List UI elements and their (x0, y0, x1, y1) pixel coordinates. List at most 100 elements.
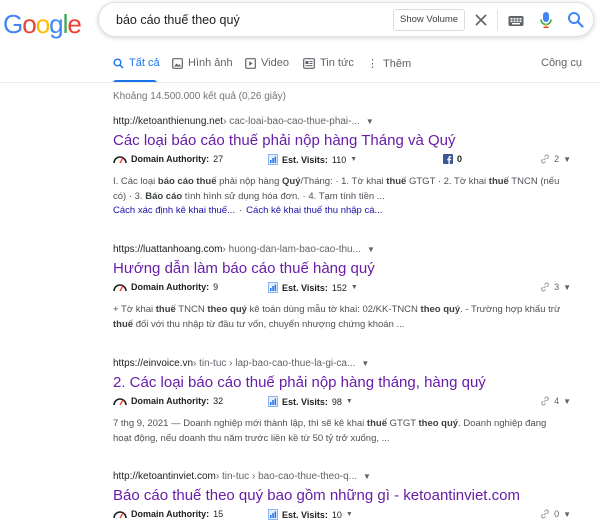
snippet-text: . - Trường hợp khấu trừ (460, 304, 561, 315)
snippet-keyword: thuế (488, 176, 509, 187)
chevron-down-icon[interactable]: ▼ (367, 245, 375, 254)
snippet-text: GTGT · 2. Tờ khai (406, 176, 489, 187)
search-result: https://luattanhoang.com › huong-dan-lam… (113, 244, 583, 332)
tab-news[interactable]: Tin tức (303, 57, 354, 69)
est-visits-value: 10 (331, 509, 342, 520)
result-site: http://ketoanthienung.net (113, 116, 224, 127)
link-icon (541, 154, 549, 164)
seo-metrics-bar: Domain Authority: 9 Est. Visits: 152 ▼ 3… (113, 282, 583, 296)
domain-authority: Domain Authority: 32 (113, 396, 223, 406)
result-path: › tin-tuc › bao-cao-thue-theo-q... (215, 471, 358, 482)
domain-authority-label: Domain Authority: (131, 509, 210, 519)
est-visits-label: Est. Visits: (282, 396, 328, 407)
domain-authority-label: Domain Authority: (131, 282, 210, 292)
more-vert-icon: ⋮ (367, 58, 378, 70)
backlinks[interactable]: 0 ▼ (540, 509, 571, 519)
tools-button[interactable]: Công cụ (541, 57, 582, 69)
chevron-down-icon[interactable]: ▼ (351, 284, 358, 291)
domain-authority-label: Domain Authority: (131, 154, 210, 164)
domain-authority: Domain Authority: 9 (113, 282, 218, 292)
google-logo[interactable]: Google (3, 9, 82, 40)
snippet-keyword: thuế (113, 319, 134, 330)
microphone-icon[interactable] (539, 11, 553, 34)
chevron-down-icon[interactable]: ▼ (563, 397, 571, 406)
tab-more[interactable]: ⋮ Thêm (367, 57, 411, 71)
tab-news-label: Tin tức (320, 57, 354, 69)
chevron-down-icon[interactable]: ▼ (563, 510, 571, 519)
domain-authority-value: 9 (213, 282, 219, 292)
domain-authority-label: Domain Authority: (131, 396, 210, 406)
result-title-link[interactable]: Các loại báo cáo thuế phải nộp hàng Thán… (113, 132, 583, 150)
est-visits: Est. Visits: 152 ▼ (268, 282, 358, 293)
result-path: › huong-dan-lam-bao-cao-thu... (222, 244, 361, 255)
result-stats: Khoảng 14.500.000 kết quả (0,26 giây) (113, 91, 286, 102)
chevron-down-icon[interactable]: ▼ (350, 156, 357, 163)
sitelink[interactable]: Cách kê khai thuế thu nhập cá... (246, 205, 382, 216)
link-icon (541, 509, 549, 519)
search-icon[interactable] (567, 11, 584, 33)
keyboard-icon[interactable] (508, 14, 524, 32)
result-title-link[interactable]: 2. Các loại báo cáo thuế phải nộp hàng t… (113, 374, 583, 392)
backlinks-count: 3 (554, 282, 560, 292)
est-visits: Est. Visits: 10 ▼ (268, 509, 353, 520)
snippet-text: tình hình sử dụng hóa đơn. · 4. Tạm tính… (182, 191, 385, 202)
est-visits: Est. Visits: 98 ▼ (268, 396, 353, 407)
tab-all[interactable]: Tất cả (113, 57, 160, 69)
tab-images[interactable]: Hình ảnh (172, 57, 233, 69)
chevron-down-icon[interactable]: ▼ (361, 359, 369, 368)
est-visits-value: 110 (331, 154, 347, 165)
result-title-link[interactable]: Báo cáo thuế theo quý bao gồm những gì -… (113, 487, 583, 505)
show-volume-button[interactable]: Show Volume (393, 9, 466, 31)
chevron-down-icon[interactable]: ▼ (563, 283, 571, 292)
search-result: https://einvoice.vn › tin-tuc › lap-bao-… (113, 358, 583, 446)
sitelink[interactable]: Cách xác định kê khai thuế... (113, 205, 235, 216)
snippet-keyword: theo quý (207, 304, 247, 315)
seo-metrics-bar: Domain Authority: 27 Est. Visits: 110 ▼ … (113, 154, 583, 168)
snippet-text: I. Các loại (113, 176, 158, 187)
backlinks-count: 0 (554, 509, 560, 519)
seo-metrics-bar: Domain Authority: 15 Est. Visits: 10 ▼ 0… (113, 509, 583, 523)
facebook-share-count: 0 (457, 154, 463, 164)
tab-videos[interactable]: Video (245, 57, 289, 69)
est-visits-value: 152 (331, 282, 347, 293)
chevron-down-icon[interactable]: ▼ (346, 398, 353, 405)
logo-letter: G (3, 9, 23, 39)
tab-images-label: Hình ảnh (188, 57, 233, 69)
snippet-text: kê toán dùng mẫu tờ khai: 02/KK-TNCN (246, 304, 421, 315)
video-icon (245, 57, 256, 69)
chevron-down-icon[interactable]: ▼ (363, 472, 371, 481)
search-divider (497, 10, 498, 31)
result-site: http://ketoantinviet.com (113, 471, 216, 482)
result-url[interactable]: https://einvoice.vn › tin-tuc › lap-bao-… (113, 358, 583, 369)
clear-icon[interactable] (472, 11, 490, 29)
domain-authority: Domain Authority: 27 (113, 154, 223, 164)
chevron-down-icon[interactable]: ▼ (346, 511, 353, 518)
result-path: › tin-tuc › lap-bao-cao-thue-la-gi-ca... (193, 358, 356, 369)
result-url[interactable]: http://ketoanthienung.net › cac-loai-bao… (113, 116, 583, 127)
gauge-icon (113, 510, 127, 518)
image-icon (172, 57, 183, 69)
snippet-text: 7 thg 9, 2021 — Doanh nghiệp mới thành l… (113, 418, 367, 429)
snippet-keyword: theo quý (420, 304, 461, 315)
result-sitelinks: Cách xác định kê khai thuế... · Cách kê kh… (113, 205, 583, 216)
backlinks[interactable]: 3 ▼ (540, 282, 571, 292)
search-input[interactable]: báo cáo thuế theo quý (116, 13, 240, 27)
result-site: https://einvoice.vn (113, 358, 194, 369)
chart-icon (268, 154, 278, 165)
link-icon (541, 396, 549, 406)
backlinks[interactable]: 4 ▼ (540, 396, 571, 406)
seo-metrics-bar: Domain Authority: 32 Est. Visits: 98 ▼ 4… (113, 396, 583, 410)
search-box[interactable]: báo cáo thuế theo quý Show Volume (98, 2, 594, 37)
snippet-text: /Tháng: · 1. Tờ khai (300, 176, 387, 187)
chevron-down-icon[interactable]: ▼ (563, 155, 571, 164)
chevron-down-icon[interactable]: ▼ (366, 117, 374, 126)
est-visits-label: Est. Visits: (282, 154, 328, 165)
result-url[interactable]: http://ketoantinviet.com › tin-tuc › bao… (113, 471, 583, 482)
backlinks[interactable]: 2 ▼ (540, 154, 571, 164)
result-url[interactable]: https://luattanhoang.com › huong-dan-lam… (113, 244, 583, 255)
link-icon (541, 282, 549, 292)
tab-videos-label: Video (261, 57, 289, 69)
result-title-link[interactable]: Hướng dẫn làm báo cáo thuế hàng quý (113, 260, 583, 278)
backlinks-count: 2 (554, 154, 560, 164)
snippet-text: GTGT (386, 418, 419, 429)
